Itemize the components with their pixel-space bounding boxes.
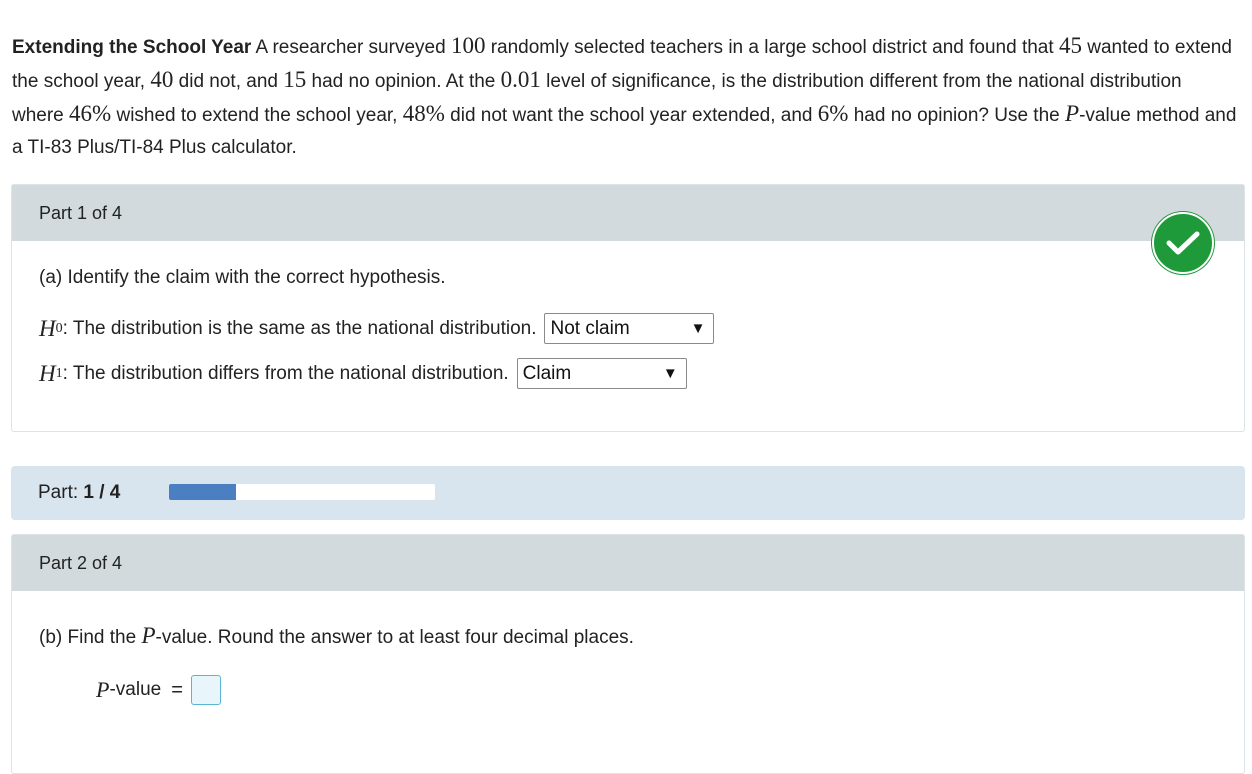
alternative-hypothesis-claim-select[interactable]: Claim ▼: [516, 358, 687, 389]
problem-statement: Extending the School Year A researcher s…: [12, 33, 1237, 158]
progress-bar-fill: [169, 484, 236, 500]
p-value-input[interactable]: [190, 675, 221, 705]
problem-title: Extending the School Year: [12, 37, 252, 58]
part-2-header: Part 2 of 4: [12, 535, 1244, 591]
part-2-question: (b) Find the P-value. Round the answer t…: [39, 623, 634, 648]
checkmark-icon: [1152, 212, 1214, 274]
dropdown-arrow-icon: ▼: [690, 320, 706, 337]
null-hypothesis-claim-select[interactable]: Not claim ▼: [544, 313, 715, 344]
part-1-panel: Part 1 of 4 (a) Identify the claim with …: [11, 184, 1245, 432]
dropdown-arrow-icon: ▼: [662, 365, 678, 382]
progress-label: Part: 1 / 4: [38, 482, 121, 503]
part-progress: Part: 1 / 4: [11, 466, 1245, 520]
alternative-hypothesis-row: H1: The distribution differs from the na…: [39, 358, 687, 389]
part-1-question: (a) Identify the claim with the correct …: [39, 267, 446, 288]
part-1-header: Part 1 of 4: [12, 185, 1244, 241]
progress-bar: [169, 484, 435, 500]
p-value-answer-row: P -value =: [96, 675, 221, 705]
part-2-panel: Part 2 of 4 (b) Find the P-value. Round …: [11, 534, 1245, 774]
null-hypothesis-row: H0: The distribution is the same as the …: [39, 313, 715, 344]
